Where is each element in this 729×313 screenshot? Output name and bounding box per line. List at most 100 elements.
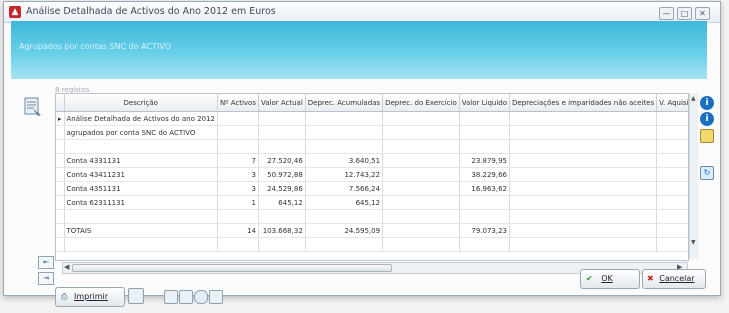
minimize-icon[interactable]: — [659, 7, 674, 20]
column-header[interactable]: Depreciações e imparidades não aceites [509, 94, 658, 112]
table-cell: 3.640,51 [305, 153, 384, 168]
row-selector[interactable] [56, 237, 65, 252]
table-row[interactable]: 103.668,32 [56, 209, 688, 224]
row-selector[interactable] [56, 209, 65, 224]
tool-settings-icon[interactable] [209, 290, 223, 304]
table-cell [382, 125, 460, 140]
row-selector[interactable] [56, 153, 65, 168]
table-row[interactable]: Conta 4331131 7 27.520,46 3.640,51 23.879,95… [56, 153, 688, 168]
row-selector[interactable] [56, 125, 65, 140]
table-row[interactable]: Conta 4351131 3 24.529,86 7.566,24 16.963,62… [56, 181, 688, 196]
info-secondary-icon[interactable]: i [700, 112, 714, 126]
table-cell [509, 195, 658, 210]
table-cell [382, 223, 460, 238]
scroll-down-icon[interactable]: ▼ [691, 239, 696, 246]
horizontal-scroll-thumb[interactable] [72, 264, 392, 272]
column-header[interactable]: Valor Actual [258, 94, 306, 112]
table-cell: agrupados por conta SNC do ACTIVO [64, 125, 218, 140]
table-cell: 50.972,88 [258, 167, 306, 182]
table-cell [382, 167, 460, 182]
row-selector[interactable]: ▸ [56, 111, 65, 126]
assets-grid[interactable]: Descrição Nº Activos Valor Actual Deprec. A… [55, 93, 689, 261]
table-cell: Conta 4351131 [64, 181, 218, 196]
table-row[interactable]: ▸ Análise Detalhada de Activos do ano 201… [56, 111, 688, 126]
export-icon[interactable] [700, 129, 714, 143]
column-header[interactable]: Descrição [64, 94, 218, 112]
title-bar: ▲ Análise Detalhada de Activos do Ano 20… [4, 2, 720, 23]
column-header[interactable]: V. Aquisição Fisca [656, 94, 688, 112]
table-cell: 50.972,88 [656, 167, 688, 182]
table-cell [305, 237, 384, 252]
table-cell: 23.879,95 [459, 153, 511, 168]
ok-check-icon: ✔ [586, 274, 593, 283]
table-cell: 27.520,46 [258, 153, 306, 168]
preview-icon[interactable] [128, 288, 144, 304]
table-row[interactable]: agrupados por conta SNC do ACTIVO [56, 125, 688, 140]
table-cell [509, 167, 658, 182]
table-row[interactable]: Conta 623111311645,12645,12645,12 [56, 195, 688, 210]
table-row[interactable]: Conta 43411231 3 50.972,88 12.743,22 38.229,… [56, 167, 688, 182]
row-selector[interactable] [56, 139, 65, 154]
table-cell [459, 209, 511, 224]
table-cell [459, 125, 511, 140]
print-button[interactable]: ⎙ Imprimir [55, 287, 125, 307]
row-selector[interactable] [56, 167, 65, 182]
table-cell: 645,12 [656, 195, 688, 210]
table-cell [305, 139, 384, 154]
table-cell [382, 139, 460, 154]
table-row[interactable]: TOTAIS 14 103.668,32 24.595,09 79.073,23 [56, 223, 688, 238]
table-cell [217, 125, 259, 140]
table-cell [382, 111, 460, 126]
printer-icon: ⎙ [61, 292, 68, 301]
table-cell [509, 223, 658, 238]
tool-grid-icon[interactable] [179, 290, 193, 304]
cancel-button[interactable]: ✖ Cancelar [642, 269, 706, 289]
table-cell [656, 111, 688, 126]
expand-right-icon[interactable]: ⇥ [38, 272, 54, 285]
table-cell: 103.668,32 [258, 223, 306, 238]
table-row[interactable] [56, 237, 688, 252]
column-header[interactable]: Deprec. do Exercício [382, 94, 460, 112]
scroll-left-icon[interactable]: ◀ [64, 263, 69, 271]
row-selector-header [56, 94, 65, 112]
table-cell: 103.668,32 [656, 209, 688, 224]
refresh-icon[interactable]: ↻ [700, 166, 714, 180]
table-cell: Análise Detalhada de Activos do ano 2012 [64, 111, 218, 126]
row-selector[interactable] [56, 223, 65, 238]
ok-button[interactable]: ✔ OK [580, 269, 640, 289]
table-cell [509, 209, 658, 224]
banner-subtitle: Agrupados por contas SNC do ACTIVO [19, 42, 171, 51]
row-selector[interactable] [56, 181, 65, 196]
print-button-label: Imprimir [73, 292, 108, 301]
vertical-scrollbar[interactable]: ▲ ▼ [689, 93, 698, 259]
assets-table: Descrição Nº Activos Valor Actual Deprec. A… [56, 94, 688, 252]
column-header[interactable]: Nº Activos [217, 94, 259, 112]
tool-circle-icon[interactable] [194, 290, 208, 304]
report-document-icon [24, 97, 41, 116]
table-cell [656, 237, 688, 252]
table-cell: 24.529,86 [258, 181, 306, 196]
table-cell: 79.073,23 [459, 223, 511, 238]
table-cell [509, 153, 658, 168]
ok-button-label: OK [601, 274, 613, 283]
maximize-icon[interactable]: □ [677, 7, 692, 20]
scroll-up-icon[interactable]: ▲ [691, 95, 696, 102]
close-icon[interactable]: ✕ [695, 7, 710, 20]
table-cell [305, 209, 384, 224]
expand-left-icon[interactable]: ⇤ [38, 256, 54, 269]
table-cell [459, 111, 511, 126]
table-cell [656, 223, 688, 238]
table-cell: TOTAIS [64, 223, 218, 238]
table-cell: 24.595,09 [305, 223, 384, 238]
table-row[interactable] [56, 139, 688, 154]
row-selector[interactable] [56, 195, 65, 210]
column-header[interactable]: Valor Liquido [459, 94, 511, 112]
table-cell [258, 111, 306, 126]
table-cell [509, 181, 658, 196]
table-cell: 14 [217, 223, 259, 238]
tool-page-icon[interactable] [164, 290, 178, 304]
table-cell [258, 237, 306, 252]
table-cell: 16.963,62 [459, 181, 511, 196]
info-icon[interactable]: i [700, 96, 714, 110]
column-header[interactable]: Deprec. Acumuladas [305, 94, 384, 112]
